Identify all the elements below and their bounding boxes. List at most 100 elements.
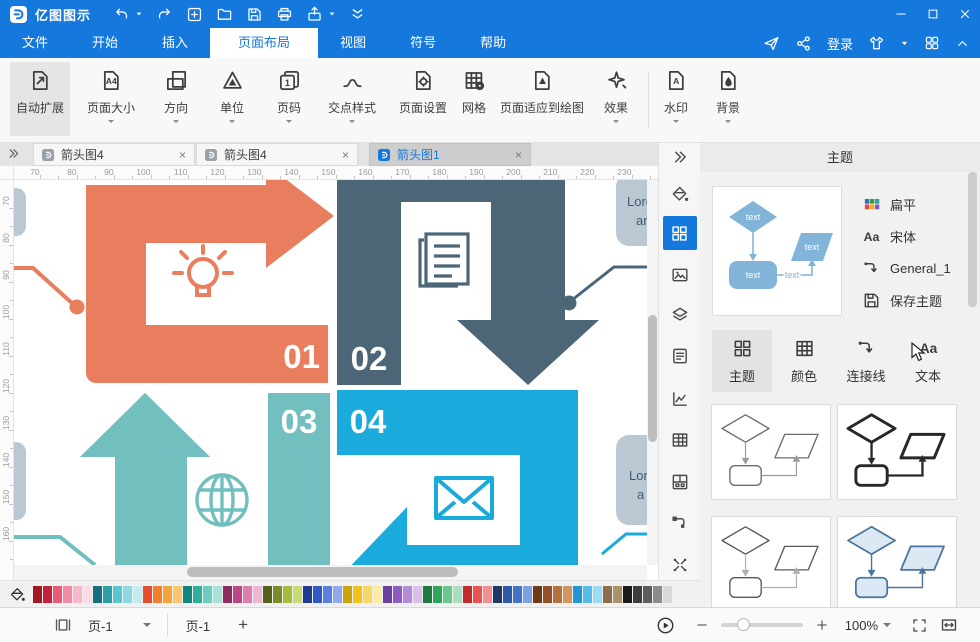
panel-scrollbar-thumb[interactable]	[968, 172, 977, 307]
menu-item-1[interactable]: 文件	[0, 28, 70, 58]
color-swatch[interactable]	[533, 586, 542, 603]
color-swatch[interactable]	[243, 586, 252, 603]
zoom-slider[interactable]	[721, 623, 803, 627]
color-swatch[interactable]	[503, 586, 512, 603]
color-swatch[interactable]	[123, 586, 132, 603]
theme-thumbnail-3[interactable]	[711, 516, 831, 607]
print-icon[interactable]	[276, 6, 293, 23]
login-button[interactable]: 登录	[827, 34, 853, 53]
fill-color-icon[interactable]	[9, 586, 26, 603]
color-swatch[interactable]	[173, 586, 182, 603]
document-tab-3[interactable]: 箭头图1×	[369, 143, 531, 166]
theme-icon[interactable]	[663, 216, 697, 250]
color-swatch[interactable]	[273, 586, 282, 603]
step1-shape[interactable]: 01	[86, 180, 334, 383]
save-icon[interactable]	[246, 6, 263, 23]
page-selector[interactable]: 页-1	[88, 616, 113, 635]
color-swatch[interactable]	[373, 586, 382, 603]
note-fragment-left-bottom[interactable]	[14, 442, 26, 520]
open-icon[interactable]	[216, 6, 233, 23]
theme-thumbnail-2[interactable]	[837, 404, 957, 500]
clipart-icon[interactable]	[670, 473, 689, 492]
color-swatch[interactable]	[283, 586, 292, 603]
hscroll-thumb[interactable]	[187, 567, 458, 577]
layers-icon[interactable]	[670, 306, 689, 325]
menu-item-7[interactable]: 帮助	[458, 28, 528, 58]
color-swatch[interactable]	[433, 586, 442, 603]
add-page-button[interactable]: +	[238, 615, 248, 635]
color-swatch[interactable]	[213, 586, 222, 603]
menu-item-2[interactable]: 开始	[70, 28, 140, 58]
menu-item-6[interactable]: 符号	[388, 28, 458, 58]
callout-line-cyan[interactable]	[602, 534, 647, 554]
color-swatch[interactable]	[363, 586, 372, 603]
color-swatch[interactable]	[103, 586, 112, 603]
color-swatch[interactable]	[313, 586, 322, 603]
color-swatch[interactable]	[493, 586, 502, 603]
new-icon[interactable]	[186, 6, 203, 23]
tshirt-icon[interactable]	[868, 35, 885, 52]
zoom-caret-icon[interactable]	[883, 623, 891, 631]
drawing-canvas[interactable]: 01 02	[14, 180, 647, 565]
color-swatch[interactable]	[613, 586, 622, 603]
fit-width-icon[interactable]	[940, 616, 958, 634]
paper-plane-icon[interactable]	[763, 35, 780, 52]
color-swatch[interactable]	[293, 586, 302, 603]
color-swatch[interactable]	[523, 586, 532, 603]
redo-icon[interactable]	[156, 6, 173, 23]
theme-option-save-theme[interactable]: 保存主题	[862, 289, 942, 311]
step3-shape[interactable]: 03	[80, 393, 330, 565]
color-swatch[interactable]	[73, 586, 82, 603]
ribbon-button-orientation[interactable]: 方向	[154, 62, 198, 136]
ribbon-button-grid[interactable]: 网格	[456, 62, 492, 136]
chart-icon[interactable]	[670, 390, 689, 409]
color-swatch[interactable]	[203, 586, 212, 603]
collapse-ribbon-icon[interactable]	[955, 36, 970, 51]
menu-item-3[interactable]: 插入	[140, 28, 210, 58]
theme-thumbnail-4[interactable]	[837, 516, 957, 607]
note-icon[interactable]	[670, 347, 689, 366]
format-fill-icon[interactable]	[670, 185, 689, 204]
color-swatch[interactable]	[473, 586, 482, 603]
step4-shape[interactable]: 04	[337, 390, 578, 565]
color-swatch[interactable]	[233, 586, 242, 603]
color-swatch[interactable]	[623, 586, 632, 603]
ribbon-button-watermark[interactable]: A水印	[656, 62, 696, 136]
theme-preview-card[interactable]: text text text text	[712, 186, 842, 316]
color-swatch[interactable]	[353, 586, 362, 603]
color-swatch[interactable]	[443, 586, 452, 603]
ribbon-button-junction-style[interactable]: 交点样式	[320, 62, 384, 136]
undo-caret-icon[interactable]	[135, 10, 143, 18]
color-swatch[interactable]	[253, 586, 262, 603]
color-swatch[interactable]	[513, 586, 522, 603]
panel-tab-文本[interactable]: Aa文本	[898, 330, 958, 392]
share-icon[interactable]	[795, 35, 812, 52]
color-swatch[interactable]	[33, 586, 42, 603]
close-tab-icon[interactable]: ×	[515, 148, 522, 162]
document-tab-1[interactable]: 箭头图4×	[33, 143, 195, 166]
color-swatch[interactable]	[133, 586, 142, 603]
panel-tab-连接线[interactable]: 连接线	[836, 330, 896, 392]
color-swatch[interactable]	[583, 586, 592, 603]
minimize-icon[interactable]	[894, 7, 908, 21]
color-swatch[interactable]	[303, 586, 312, 603]
color-swatch[interactable]	[663, 586, 672, 603]
fullscreen-icon[interactable]	[911, 617, 928, 634]
color-swatch[interactable]	[43, 586, 52, 603]
color-swatch[interactable]	[603, 586, 612, 603]
color-swatch[interactable]	[463, 586, 472, 603]
ribbon-button-page-size[interactable]: A4页面大小	[78, 62, 144, 136]
note-fragment-left-top[interactable]	[14, 188, 26, 236]
zoom-out-icon[interactable]	[695, 618, 709, 632]
color-swatch[interactable]	[563, 586, 572, 603]
color-swatch[interactable]	[263, 586, 272, 603]
ribbon-button-auto-expand[interactable]: 自动扩展	[10, 62, 70, 136]
theme-thumbnail-1[interactable]	[711, 404, 831, 500]
close-tab-icon[interactable]: ×	[179, 148, 186, 162]
vscroll-thumb[interactable]	[648, 315, 657, 442]
color-swatch[interactable]	[343, 586, 352, 603]
color-swatch[interactable]	[323, 586, 332, 603]
color-swatch[interactable]	[593, 586, 602, 603]
export-icon[interactable]	[306, 6, 323, 23]
callout-line-orange[interactable]	[14, 268, 85, 315]
